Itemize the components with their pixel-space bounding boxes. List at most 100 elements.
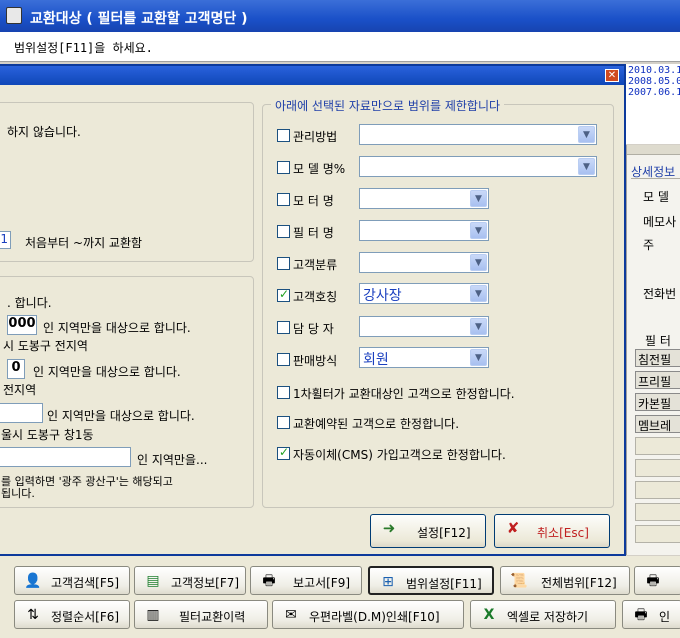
region-code-input[interactable]: 000 xyxy=(7,315,37,335)
customer-title-select[interactable]: 강사장 ▼ xyxy=(359,283,489,304)
customer-info-button[interactable]: ▤ 고객정보[F7] xyxy=(134,566,246,595)
printer-icon: 🖶 xyxy=(634,607,648,623)
bottom-toolbar: 👤 고객검색[F5] ▤ 고객정보[F7] 🖶 보고서[F9] ⊞ 범위설정[F11] … xyxy=(0,556,680,638)
full-range-button[interactable]: 📜 전체범위[F12] xyxy=(500,566,630,595)
date-item[interactable]: 2007.06.1 xyxy=(628,87,680,98)
left-bottom-group: . 합니다. 000 인 지역만을 대상으로 합니다. 시 도봉구 전지역 0 … xyxy=(0,276,254,508)
detail-label-memo: 메모사 xyxy=(643,215,677,229)
option-checkbox-reserved[interactable] xyxy=(277,416,290,429)
option-label: 교환예약된 고객으로 한정합니다. xyxy=(293,417,460,431)
filter-item[interactable]: 침전필 xyxy=(635,349,680,367)
date-item[interactable]: 2010.03.1 xyxy=(628,65,680,76)
filter-item[interactable]: 카본필 xyxy=(635,393,680,411)
confirm-arrow-icon: ➜ xyxy=(382,519,396,537)
region-text: 인 지역만을... xyxy=(137,453,208,467)
sort-order-button[interactable]: ⇅ 정렬순서[F6] xyxy=(14,600,130,629)
ok-button[interactable]: ➜ 설정[F12] xyxy=(370,514,486,548)
model-select[interactable]: ▼ xyxy=(359,156,597,177)
count-input[interactable]: 1 xyxy=(0,231,11,249)
chevron-down-icon: ▼ xyxy=(470,190,487,207)
list-icon: ▥ xyxy=(146,607,160,623)
option-checkbox-first-filter[interactable] xyxy=(277,386,290,399)
filter-header: 필 터 xyxy=(645,334,671,348)
date-list[interactable]: 2010.03.1 2008.05.0 2007.06.1 xyxy=(626,64,680,144)
filter-name-select[interactable]: ▼ xyxy=(359,220,489,241)
filter-empty-row[interactable] xyxy=(635,503,680,521)
region-text: 전지역 xyxy=(3,383,37,397)
label-icon: ✉ xyxy=(285,607,297,623)
region-text: 울시 도봉구 창1동 xyxy=(1,428,94,442)
scroll-strip[interactable] xyxy=(627,145,680,155)
customer-class-select[interactable]: ▼ xyxy=(359,252,489,273)
filter-checkbox-customer-title[interactable] xyxy=(277,287,290,302)
printer-icon: 🖶 xyxy=(262,573,276,589)
region-input[interactable] xyxy=(0,403,43,423)
printer-icon: 🖶 xyxy=(646,573,660,589)
filter-history-button[interactable]: ▥ 필터교환이력 xyxy=(134,600,268,629)
manager-select[interactable]: ▼ xyxy=(359,316,489,337)
chevron-down-icon: ▼ xyxy=(470,349,487,366)
option-checkbox-cms[interactable] xyxy=(277,445,290,460)
filter-checkbox-manager[interactable] xyxy=(277,321,290,334)
ok-button-label: 설정[F12] xyxy=(417,526,471,540)
filter-empty-row[interactable] xyxy=(635,459,680,477)
detail-label-address: 주 xyxy=(643,238,655,252)
region-text: . 합니다. xyxy=(7,296,52,310)
main-window-title: 교환대상 ( 필터를 교환할 고객명단 ) xyxy=(30,11,248,27)
region-input[interactable] xyxy=(0,447,131,467)
message-area: 범위설정[F11]을 하세요. xyxy=(0,32,680,62)
filter-checkbox-sales-method[interactable] xyxy=(277,353,290,366)
motor-select[interactable]: ▼ xyxy=(359,188,489,209)
divider xyxy=(631,178,680,179)
excel-icon: X xyxy=(483,607,495,623)
person-search-icon: 👤 xyxy=(24,573,42,589)
filter-group-title: 아래에 선택된 자료만으로 범위를 제한합니다 xyxy=(271,97,505,114)
filter-item[interactable]: 프리필 xyxy=(635,371,680,389)
sales-method-select[interactable]: 회원 ▼ xyxy=(359,347,489,368)
postal-label-print-button[interactable]: ✉ 우편라벨(D.M)인쇄[F10] xyxy=(272,600,464,629)
detail-label-model: 모 델 xyxy=(643,190,669,204)
chevron-down-icon: ▼ xyxy=(470,318,487,335)
filter-checkbox-management[interactable] xyxy=(277,129,290,142)
region-text: 인 지역만을 대상으로 합니다. xyxy=(47,409,195,423)
filter-group: 아래에 선택된 자료만으로 범위를 제한합니다 관리방법 ▼ 모 델 명% ▼ … xyxy=(262,97,614,508)
region-text: 인 지역만을 대상으로 합니다. xyxy=(43,321,191,335)
filter-checkbox-filter[interactable] xyxy=(277,225,290,238)
printer-button-partial[interactable]: 🖶 xyxy=(634,566,680,595)
region-number-input[interactable]: 0 xyxy=(7,359,25,379)
option-label: 자동이체(CMS) 가입고객으로 한정합니다. xyxy=(293,448,506,462)
detail-panel: 상세정보 모 델 메모사 주 전화번 필 터 침전필 프리필 카본필 멤브레 xyxy=(626,145,680,555)
filter-label: 관리방법 xyxy=(293,130,338,144)
range-settings-dialog: ✕ 하지 않습니다. 1 처음부터 ~까지 교환함 . 합니다. 000 인 지… xyxy=(0,64,626,556)
filter-label: 모 터 명 xyxy=(293,194,334,208)
count-text: 처음부터 ~까지 교환함 xyxy=(25,236,143,250)
message-text: 범위설정[F11]을 하세요. xyxy=(14,41,153,55)
hint-text: 됩니다. xyxy=(1,487,35,500)
customer-search-button[interactable]: 👤 고객검색[F5] xyxy=(14,566,130,595)
left-top-group: 하지 않습니다. 1 처음부터 ~까지 교환함 xyxy=(0,102,254,262)
excel-save-button[interactable]: X 엑셀로 저장하기 xyxy=(470,600,616,629)
filter-empty-row[interactable] xyxy=(635,481,680,499)
date-item[interactable]: 2008.05.0 xyxy=(628,76,680,87)
print-button-partial[interactable]: 🖶 인 xyxy=(622,600,680,629)
filter-item[interactable]: 멤브레 xyxy=(635,415,680,433)
cancel-button-label: 취소[Esc] xyxy=(537,526,589,540)
option-text: 하지 않습니다. xyxy=(7,125,81,139)
report-button[interactable]: 🖶 보고서[F9] xyxy=(250,566,362,595)
chevron-down-icon: ▼ xyxy=(470,254,487,271)
range-settings-button[interactable]: ⊞ 범위설정[F11] xyxy=(368,566,494,595)
option-label: 1차휠터가 교환대상인 고객으로 한정합니다. xyxy=(293,387,515,401)
chevron-down-icon: ▼ xyxy=(578,126,595,143)
close-icon[interactable]: ✕ xyxy=(605,69,619,82)
dialog-titlebar[interactable] xyxy=(0,66,624,85)
main-window-titlebar[interactable]: 교환대상 ( 필터를 교환할 고객명단 ) xyxy=(0,0,680,32)
filter-checkbox-motor[interactable] xyxy=(277,193,290,206)
filter-empty-row[interactable] xyxy=(635,525,680,543)
cancel-button[interactable]: ✘ 취소[Esc] xyxy=(494,514,610,548)
filter-empty-row[interactable] xyxy=(635,437,680,455)
app-icon xyxy=(6,7,22,24)
filter-checkbox-model[interactable] xyxy=(277,161,290,174)
management-select[interactable]: ▼ xyxy=(359,124,597,145)
detail-label-phone: 전화번 xyxy=(643,287,677,301)
filter-checkbox-customer-class[interactable] xyxy=(277,257,290,270)
